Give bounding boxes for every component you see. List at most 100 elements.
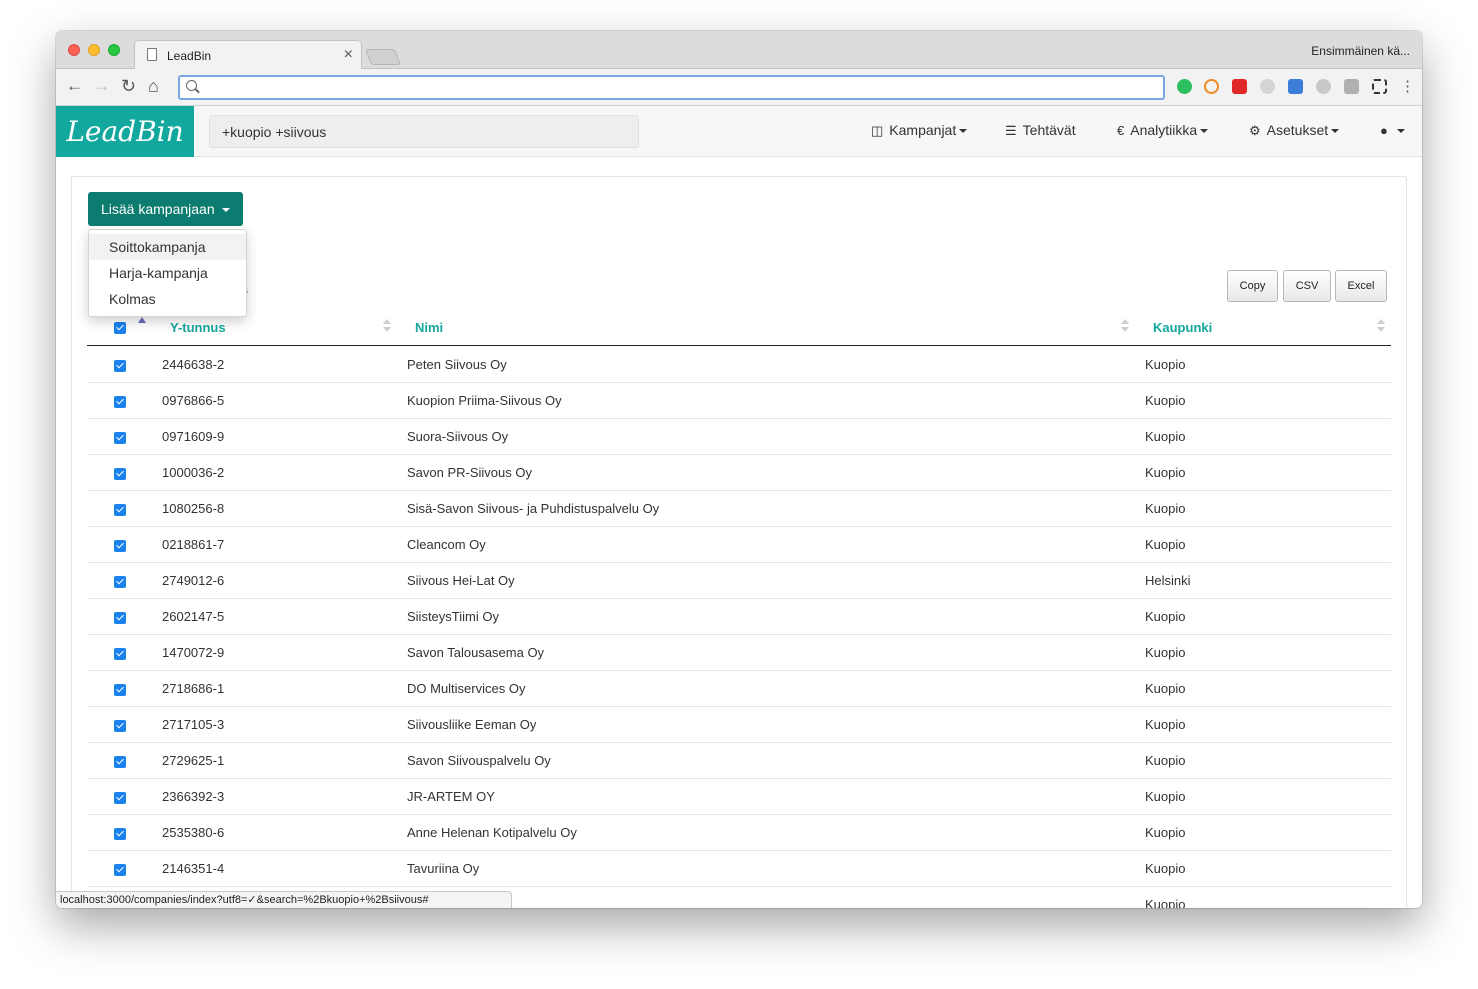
row-checkbox[interactable] [114,360,126,372]
cell-kaupunki: Kuopio [1145,429,1186,444]
table-row[interactable]: 2729625-1 Savon Siivouspalvelu Oy Kuopio [87,743,1391,779]
table-row[interactable]: 0976866-5 Kuopion Priima-Siivous Oy Kuopio [87,383,1391,419]
brand-logo[interactable]: LeadBin [56,106,194,157]
csv-button[interactable]: CSV [1283,270,1331,302]
cell-kaupunki: Kuopio [1145,681,1186,696]
cell-kaupunki: Kuopio [1145,357,1186,372]
nav-settings[interactable]: ⚙ Asetukset [1249,122,1340,139]
sort-icon[interactable] [383,319,391,335]
browser-tab[interactable]: LeadBin × [134,40,362,70]
caret-down-icon [959,129,968,134]
nav-tasks[interactable]: ☰ Tehtävät [1005,122,1076,139]
row-checkbox[interactable] [114,684,126,696]
row-checkbox[interactable] [114,576,126,588]
screenshot-icon[interactable] [1372,79,1387,94]
paint-roller-icon[interactable] [1344,79,1359,94]
ghost-icon[interactable] [1316,79,1331,94]
back-arrow-icon[interactable]: ← [66,77,83,95]
table-row[interactable]: 2366392-3 JR-ARTEM OY Kuopio [87,779,1391,815]
menu-dots-icon[interactable]: ⋮ [1400,78,1415,96]
table-row[interactable]: 2749012-6 Siivous Hei-Lat Oy Helsinki [87,563,1391,599]
reload-icon[interactable]: ↻ [121,77,136,95]
cell-kaupunki: Helsinki [1145,573,1191,588]
table-row[interactable]: 0971609-9 Suora-Siivous Oy Kuopio [87,419,1391,455]
select-all-checkbox[interactable] [114,322,126,334]
row-checkbox[interactable] [114,468,126,480]
table-row[interactable]: 2146351-4 Tavuriina Oy Kuopio [87,851,1391,887]
cell-kaupunki: Kuopio [1145,861,1186,876]
table-row[interactable]: 2717105-3 Siivousliike Eeman Oy Kuopio [87,707,1391,743]
maximize-window-button[interactable] [108,44,120,56]
cell-nimi: Kuopion Priima-Siivous Oy [407,393,562,408]
forward-arrow-icon[interactable]: → [93,77,110,95]
cell-nimi: Tavuriina Oy [407,861,480,876]
dropdown-item-kolmas[interactable]: Kolmas [89,286,246,312]
table-row[interactable]: 1000036-2 Savon PR-Siivous Oy Kuopio [87,455,1391,491]
tab-strip: LeadBin × Ensimmäinen kä... [56,31,1422,70]
add-to-campaign-button[interactable]: Lisää kampanjaan [88,192,243,226]
minimize-window-button[interactable] [88,44,100,56]
reader-icon[interactable] [1288,79,1303,94]
table-row[interactable]: 1080256-8 Sisä-Savon Siivous- ja Puhdistu… [87,491,1391,527]
tab-close-icon[interactable]: × [344,46,353,64]
extension-b-icon[interactable] [1204,79,1219,94]
row-checkbox[interactable] [114,720,126,732]
dropdown-item-harja-kampanja[interactable]: Harja-kampanja [89,260,246,286]
cell-kaupunki: Kuopio [1145,717,1186,732]
browser-window: LeadBin × Ensimmäinen kä... ← → ↻ ⌂ ⋮ Le… [56,31,1422,908]
caret-down-icon [1331,129,1340,134]
column-header-ytunnus[interactable]: Y-tunnus [170,320,226,335]
flipboard-icon[interactable] [1232,79,1247,94]
row-checkbox[interactable] [114,864,126,876]
column-header-kaupunki[interactable]: Kaupunki [1153,320,1212,335]
list-icon: ☰ [1005,123,1017,138]
cell-ytunnus: 2146351-4 [162,861,225,876]
cell-nimi: Savon Siivouspalvelu Oy [407,753,551,768]
cell-nimi: JR-ARTEM OY [407,789,495,804]
cell-ytunnus: 2729625-1 [162,753,225,768]
cloud-icon[interactable] [1260,79,1275,94]
table-row[interactable]: 1470072-9 Savon Talousasema Oy Kuopio [87,635,1391,671]
profile-name[interactable]: Ensimmäinen kä... [1311,44,1410,58]
nav-user[interactable]: ● [1380,122,1405,138]
sort-icon[interactable] [1377,319,1385,335]
company-search-input[interactable]: +kuopio +siivous [209,115,639,148]
row-checkbox[interactable] [114,792,126,804]
row-checkbox[interactable] [114,432,126,444]
sort-asc-icon[interactable] [138,317,146,323]
table-row[interactable]: 2535380-6 Anne Helenan Kotipalvelu Oy Kuop… [87,815,1391,851]
close-window-button[interactable] [68,44,80,56]
table-row[interactable]: 2718686-1 DO Multiservices Oy Kuopio [87,671,1391,707]
table-row[interactable]: 2602147-5 SiisteysTiimi Oy Kuopio [87,599,1391,635]
home-icon[interactable]: ⌂ [148,77,159,95]
row-checkbox[interactable] [114,540,126,552]
cell-ytunnus: 2446638-2 [162,357,225,372]
evernote-icon[interactable] [1177,79,1192,94]
row-checkbox[interactable] [114,396,126,408]
cell-ytunnus: 2535380-6 [162,825,225,840]
address-bar[interactable] [178,75,1165,100]
nav-campaigns[interactable]: ◫ Kampanjat [871,122,968,139]
row-checkbox[interactable] [114,612,126,624]
cell-kaupunki: Kuopio [1145,537,1186,552]
cell-ytunnus: 0218861-7 [162,537,225,552]
sort-icon[interactable] [1121,319,1129,335]
row-checkbox[interactable] [114,648,126,660]
status-bar-url: localhost:3000/companies/index?utf8=✓&se… [56,891,512,908]
nav-analytics[interactable]: € Analytiikka [1117,122,1209,138]
row-checkbox[interactable] [114,828,126,840]
new-tab-button[interactable] [365,49,401,65]
cell-nimi: DO Multiservices Oy [407,681,526,696]
cell-kaupunki: Kuopio [1145,825,1186,840]
row-checkbox[interactable] [114,756,126,768]
table-row[interactable]: 0218861-7 Cleancom Oy Kuopio [87,527,1391,563]
excel-button[interactable]: Excel [1335,270,1387,302]
euro-icon: € [1117,123,1125,138]
nav-settings-label: Asetukset [1266,122,1329,138]
row-checkbox[interactable] [114,504,126,516]
table-row[interactable]: 2446638-2 Peten Siivous Oy Kuopio [87,347,1391,383]
copy-button[interactable]: Copy [1227,270,1278,302]
cell-nimi: Cleancom Oy [407,537,486,552]
dropdown-item-soittokampanja[interactable]: Soittokampanja [89,234,246,260]
column-header-nimi[interactable]: Nimi [415,320,443,335]
